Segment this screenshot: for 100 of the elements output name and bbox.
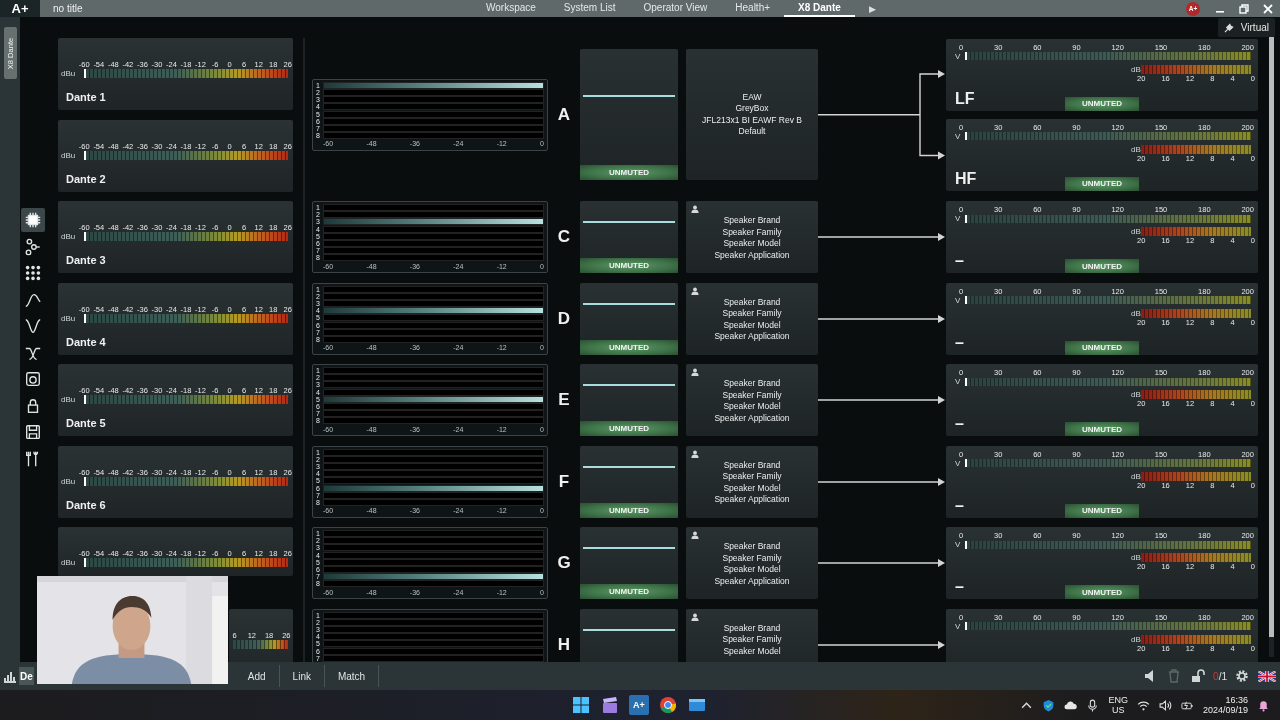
mute-button[interactable]: UNMUTED bbox=[580, 584, 678, 599]
speaker-info-line: Speaker Application bbox=[714, 494, 790, 506]
channel-name: Dante 2 bbox=[66, 172, 106, 185]
virtual-mode-button[interactable]: Virtual bbox=[1217, 18, 1275, 37]
mute-button[interactable]: UNMUTED bbox=[580, 165, 678, 181]
settings-icon[interactable] bbox=[1235, 669, 1249, 683]
unit-label: V bbox=[955, 214, 962, 223]
mute-button[interactable]: UNMUTED bbox=[1065, 176, 1139, 191]
unit-label: V bbox=[955, 621, 962, 631]
group-letter: F bbox=[557, 471, 571, 492]
shield-icon[interactable] bbox=[1042, 698, 1056, 712]
mute-button[interactable]: UNMUTED bbox=[1065, 422, 1139, 436]
channel-name: Dante 1 bbox=[66, 91, 106, 103]
volume-icon[interactable] bbox=[1158, 698, 1172, 712]
plug-icon bbox=[1223, 22, 1235, 33]
group-letter: A bbox=[556, 104, 572, 125]
output-name: HF bbox=[955, 169, 977, 188]
mute-button[interactable]: UNMUTED bbox=[1065, 585, 1139, 599]
group-letter: C bbox=[556, 227, 572, 247]
toolbar-button[interactable]: Add bbox=[234, 665, 280, 687]
unit-label: dB bbox=[1131, 64, 1139, 74]
matrix-row[interactable] bbox=[323, 307, 544, 315]
speaker-info-line: EAW bbox=[742, 91, 762, 104]
speaker-info-line: Speaker Family bbox=[722, 308, 782, 320]
user-icon bbox=[691, 449, 699, 458]
speaker-info-line: Speaker Model bbox=[723, 238, 781, 250]
matrix-row[interactable] bbox=[323, 218, 544, 226]
start-icon[interactable] bbox=[571, 695, 591, 715]
speaker-info-line: Speaker Application bbox=[714, 575, 790, 587]
clock-date[interactable]: 2024/09/19 bbox=[1202, 705, 1248, 715]
bell-icon[interactable] bbox=[1257, 698, 1270, 712]
unit-label: dB bbox=[1131, 308, 1139, 318]
nav-tab[interactable]: X8 Dante bbox=[784, 0, 855, 17]
group-letter: G bbox=[556, 553, 572, 573]
trash-icon[interactable] bbox=[1167, 669, 1182, 683]
nav-tab[interactable]: Workspace bbox=[472, 0, 550, 17]
unit-label: dB bbox=[1131, 634, 1139, 644]
document-title: no title bbox=[52, 3, 84, 14]
mute-button[interactable]: UNMUTED bbox=[580, 339, 678, 355]
unit-label: V bbox=[955, 51, 962, 61]
meters-icon[interactable] bbox=[3, 669, 17, 683]
clapperboard-icon[interactable] bbox=[600, 695, 620, 715]
more-tabs-button[interactable]: ▶ bbox=[868, 3, 876, 14]
toolbar-button[interactable]: Match bbox=[324, 665, 380, 687]
unit-label: V bbox=[955, 295, 962, 305]
output-name: LF bbox=[955, 89, 975, 108]
browser-icon[interactable] bbox=[658, 695, 678, 715]
speaker-info-line: Speaker Brand bbox=[723, 215, 781, 227]
unit-label: dBu bbox=[61, 395, 76, 404]
mute-button[interactable]: UNMUTED bbox=[1065, 340, 1139, 355]
user-icon bbox=[691, 612, 699, 621]
speaker-info-line: Speaker Model bbox=[723, 564, 781, 576]
speaker-info-line: Speaker Brand bbox=[723, 459, 781, 471]
chip-icon[interactable] bbox=[21, 208, 45, 232]
speaker-info-line: Speaker Family bbox=[722, 389, 782, 401]
region-label[interactable]: US bbox=[1111, 705, 1125, 715]
app-taskbar-button[interactable]: A+ bbox=[629, 695, 649, 715]
group-letter: H bbox=[556, 634, 572, 655]
restore-icon[interactable] bbox=[1238, 2, 1250, 15]
speaker-info-line: Speaker Model bbox=[723, 482, 781, 494]
output-name: – bbox=[955, 415, 964, 433]
mute-button[interactable]: UNMUTED bbox=[1065, 96, 1139, 111]
selection-total: /1 bbox=[1218, 670, 1227, 682]
speaker-info-line: Speaker Family bbox=[722, 226, 782, 238]
matrix-row[interactable] bbox=[323, 484, 544, 492]
user-icon bbox=[691, 205, 699, 213]
mute-button[interactable]: UNMUTED bbox=[580, 258, 678, 273]
speaker-info-line: Speaker Model bbox=[723, 401, 781, 413]
matrix-row[interactable] bbox=[323, 395, 544, 403]
speaker-info-line: Speaker Application bbox=[714, 412, 790, 424]
mute-button[interactable]: UNMUTED bbox=[1065, 503, 1139, 518]
output-name: – bbox=[955, 578, 964, 596]
close-icon[interactable] bbox=[1262, 2, 1274, 15]
nav-tab[interactable]: System List bbox=[549, 0, 630, 17]
unlocked-icon[interactable] bbox=[1191, 669, 1206, 683]
toolbar-button[interactable]: Link bbox=[279, 665, 325, 687]
unit-label: dB bbox=[1131, 471, 1139, 481]
group-letter: D bbox=[556, 308, 572, 329]
layout-tab[interactable]: De bbox=[19, 667, 34, 685]
speaker-info-line: Speaker Family bbox=[722, 634, 782, 646]
scrollbar[interactable] bbox=[1269, 37, 1274, 657]
user-icon bbox=[691, 286, 699, 295]
flag-icon[interactable] bbox=[1258, 670, 1276, 682]
clock-time[interactable]: 16:36 bbox=[1225, 695, 1248, 705]
channel-name: Dante 3 bbox=[66, 254, 106, 266]
unit-label: V bbox=[955, 540, 962, 549]
speaker-info-line: Speaker Model bbox=[723, 645, 781, 657]
matrix-row[interactable] bbox=[323, 573, 544, 581]
speaker-info-line: Speaker Family bbox=[722, 552, 782, 564]
output-name: – bbox=[955, 333, 964, 352]
mute-button[interactable]: UNMUTED bbox=[580, 421, 678, 436]
nav-tab[interactable]: Operator View bbox=[629, 0, 722, 17]
mute-button[interactable]: UNMUTED bbox=[580, 502, 678, 518]
mute-button[interactable]: UNMUTED bbox=[1065, 259, 1139, 273]
nav-tab[interactable]: Health+ bbox=[721, 0, 785, 17]
matrix-row[interactable] bbox=[323, 81, 544, 89]
language-label[interactable]: ENG bbox=[1108, 695, 1128, 705]
microphone-icon[interactable] bbox=[1086, 698, 1100, 712]
wifi-icon[interactable] bbox=[1136, 698, 1150, 712]
speaker-info-line: Speaker Brand bbox=[723, 378, 781, 390]
